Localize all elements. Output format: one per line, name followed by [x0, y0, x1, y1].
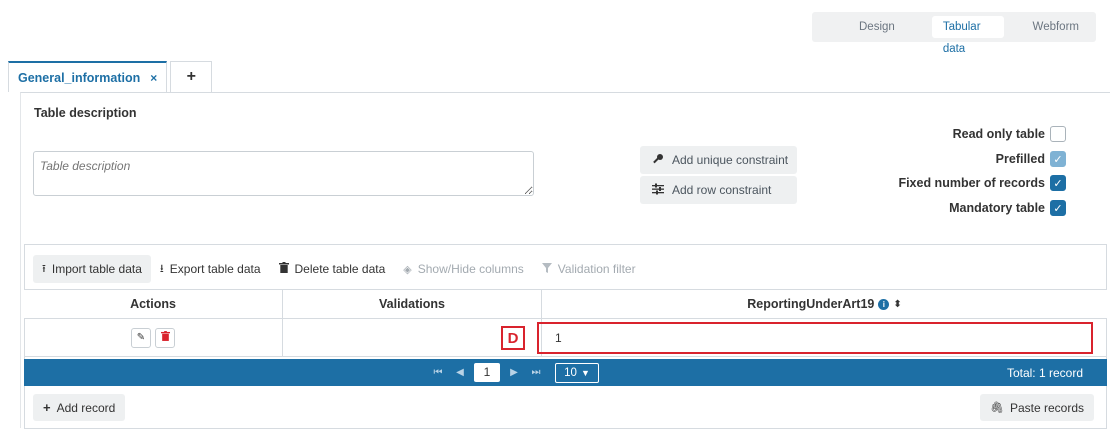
table-toolbar: ⭱ Import table data ⭳ Export table data …	[33, 255, 645, 283]
prefilled-checkbox[interactable]: ✓	[1050, 151, 1066, 167]
column-header-reporting-label: ReportingUnderArt19	[747, 297, 875, 311]
table-description-label: Table description	[34, 106, 137, 120]
paste-records-button[interactable]: 🖇 Paste records	[979, 394, 1094, 421]
filter-icon	[541, 262, 552, 276]
edit-record-button[interactable]: ✎	[131, 327, 151, 348]
page-size-select[interactable]: 10 ▼	[555, 362, 599, 383]
highlight-box	[537, 322, 1093, 354]
total-records: Total: 1 record	[1006, 365, 1083, 380]
sort-icon[interactable]: ⬍	[893, 299, 901, 310]
column-header-validations: Validations	[283, 290, 542, 318]
view-switcher: Design Tabular data Webform	[812, 12, 1096, 55]
option-mandatory-table: Mandatory table ✓	[949, 200, 1066, 216]
validation-filter-label: Validation filter	[557, 262, 636, 276]
table-tabs: General_information × +	[8, 61, 213, 92]
column-header-reporting[interactable]: ReportingUnderArt19 i ⬍	[542, 290, 1107, 318]
view-design-button[interactable]: Design	[848, 16, 906, 38]
table-description-input[interactable]	[33, 151, 534, 196]
read-only-table-label: Read only table	[952, 127, 1045, 141]
read-only-table-checkbox[interactable]	[1050, 126, 1066, 142]
paste-records-label: Paste records	[1009, 400, 1084, 415]
pagination-controls: ⏮ ◀ 1 ▶ ⏭ 10 ▼	[427, 362, 599, 383]
pagination-bar: ⏮ ◀ 1 ▶ ⏭ 10 ▼ Total: 1 record	[24, 359, 1107, 386]
current-page-input[interactable]: 1	[474, 363, 500, 382]
fixed-number-of-records-checkbox[interactable]: ✓	[1050, 175, 1066, 191]
info-icon[interactable]: i	[878, 298, 890, 310]
tab-label: General_information	[18, 70, 141, 85]
trash-icon	[278, 262, 289, 276]
fixed-number-of-records-label: Fixed number of records	[898, 176, 1045, 190]
add-unique-constraint-button[interactable]: Add unique constraint	[640, 146, 797, 174]
add-unique-constraint-label: Add unique constraint	[672, 153, 789, 167]
prefilled-label: Prefilled	[995, 152, 1045, 166]
sliders-icon	[650, 183, 666, 198]
next-page-icon[interactable]: ▶	[503, 367, 525, 378]
import-table-data-button[interactable]: ⭱ Import table data	[33, 255, 151, 283]
mandatory-table-label: Mandatory table	[949, 201, 1045, 215]
column-header-actions: Actions	[24, 290, 283, 318]
add-row-constraint-label: Add row constraint	[672, 183, 772, 197]
add-row-constraint-button[interactable]: Add row constraint	[640, 176, 797, 204]
delete-table-data-label: Delete table data	[294, 262, 386, 276]
export-table-data-label: Export table data	[169, 262, 261, 276]
last-page-icon[interactable]: ⏭	[525, 367, 547, 378]
prev-page-icon[interactable]: ◀	[449, 367, 471, 378]
option-read-only-table: Read only table	[953, 126, 1066, 142]
pencil-icon: ✎	[136, 332, 146, 343]
table-header-row: Actions Validations ReportingUnderArt19 …	[24, 289, 1107, 319]
show-hide-columns-label: Show/Hide columns	[417, 262, 524, 276]
upload-icon: ⭱	[42, 262, 46, 275]
view-webform-button[interactable]: Webform	[1022, 16, 1090, 38]
key-icon	[650, 153, 666, 168]
delete-record-button[interactable]	[155, 327, 175, 348]
trash-icon	[160, 331, 170, 344]
paperclip-icon: 🖇	[989, 402, 1004, 414]
tab-general-information[interactable]: General_information ×	[8, 61, 168, 92]
add-record-button[interactable]: + Add record	[33, 394, 126, 421]
add-tab-button[interactable]: +	[170, 61, 213, 92]
mandatory-table-checkbox[interactable]: ✓	[1050, 200, 1066, 216]
eye-icon: ◈	[403, 263, 412, 276]
chevron-down-icon: ▼	[580, 367, 590, 378]
export-table-data-button[interactable]: ⭳ Export table data	[151, 255, 270, 283]
validation-filter-button[interactable]: Validation filter	[533, 255, 645, 283]
first-page-icon[interactable]: ⏮	[427, 367, 449, 378]
option-prefilled: Prefilled ✓	[996, 151, 1066, 167]
download-icon: ⭳	[159, 262, 164, 275]
plus-icon: +	[43, 400, 51, 415]
page-size-value: 10	[564, 366, 577, 379]
actions-cell: ✎	[24, 319, 283, 356]
delete-table-data-button[interactable]: Delete table data	[270, 255, 395, 283]
view-tabular-data-button[interactable]: Tabular data	[931, 16, 1004, 55]
annotation-marker: D	[501, 326, 525, 350]
add-record-label: Add record	[56, 400, 116, 415]
import-table-data-label: Import table data	[51, 262, 142, 276]
option-fixed-number-of-records: Fixed number of records ✓	[898, 175, 1066, 191]
close-icon[interactable]: ×	[150, 71, 157, 85]
show-hide-columns-button[interactable]: ◈ Show/Hide columns	[394, 255, 533, 283]
